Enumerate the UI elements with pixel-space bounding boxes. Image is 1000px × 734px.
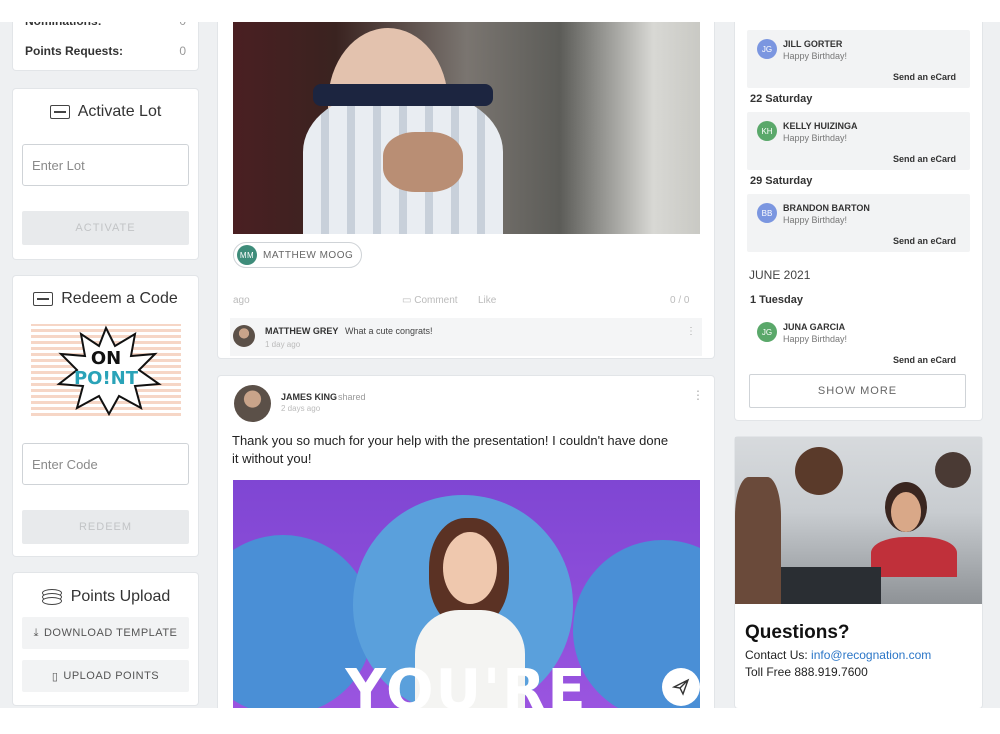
- celebration-gif[interactable]: YOU'RE: [233, 480, 700, 708]
- feed-post-2: JAMES KING shared 2 days ago ⋮ Thank you…: [218, 376, 714, 708]
- birthday-name[interactable]: BRANDON BARTON: [783, 203, 870, 213]
- birthday-message: Happy Birthday!: [783, 133, 848, 143]
- activate-lot-title: Activate Lot: [13, 103, 198, 121]
- on-point-logo: ON PO!NT: [31, 324, 181, 416]
- phone-line: Toll Free 888.919.7600: [745, 665, 868, 679]
- avatar: JG: [757, 322, 777, 342]
- birthday-item: KH KELLY HUIZINGA Happy Birthday! Send a…: [747, 112, 970, 170]
- comment-icon: ▭: [402, 295, 412, 306]
- post-meta-right: 0 / 0: [670, 295, 690, 306]
- birthday-message: Happy Birthday!: [783, 215, 848, 225]
- birthday-item: BB BRANDON BARTON Happy Birthday! Send a…: [747, 194, 970, 252]
- avatar: MM: [237, 245, 257, 265]
- send-ecard-link[interactable]: Send an eCard: [893, 72, 956, 82]
- activate-lot-card: Activate Lot ACTIVATE: [13, 89, 198, 259]
- card-icon: [33, 292, 54, 306]
- upload-points-button[interactable]: ▯ UPLOAD POINTS: [22, 660, 189, 692]
- post-time: 2 days ago: [281, 404, 321, 413]
- code-input[interactable]: [22, 443, 189, 485]
- baby-collar: [313, 84, 493, 106]
- date-heading: 29 Saturday: [750, 175, 813, 187]
- avatar: KH: [757, 121, 777, 141]
- send-ecard-link[interactable]: Send an eCard: [893, 355, 956, 365]
- comment-action[interactable]: ▭ Comment: [402, 295, 458, 306]
- feed-post-1: MM MATTHEW MOOG ago ▭ Comment Like 0 / 0…: [218, 0, 714, 358]
- send-ecard-link[interactable]: Send an eCard: [893, 154, 956, 164]
- download-icon: ⤓: [33, 626, 39, 639]
- comment-time: 1 day ago: [265, 340, 301, 349]
- woman-face: [443, 532, 497, 604]
- post-meta-left: ago: [233, 295, 250, 306]
- points-upload-title: Points Upload: [13, 588, 198, 606]
- comment-author[interactable]: MATTHEW GREY: [265, 326, 338, 336]
- logo-line-2: PO!NT: [73, 368, 139, 389]
- call-center-photo: [735, 437, 982, 604]
- support-card: Questions? Contact Us: info@recognation.…: [735, 437, 982, 708]
- birthday-name[interactable]: JILL GORTER: [783, 39, 842, 49]
- month-heading: JUNE 2021: [749, 268, 811, 282]
- redeem-button[interactable]: REDEEM: [22, 510, 189, 544]
- adult-hand: [383, 132, 463, 192]
- show-more-button[interactable]: SHOW MORE: [749, 374, 966, 408]
- points-upload-card: Points Upload ⤓ DOWNLOAD TEMPLATE ▯ UPLO…: [13, 573, 198, 705]
- paper-plane-icon: [672, 678, 690, 696]
- comment-text: What a cute congrats!: [345, 326, 433, 336]
- avatar: BB: [757, 203, 777, 223]
- avatar: JG: [757, 39, 777, 59]
- more-icon[interactable]: ⋮: [686, 326, 696, 337]
- avatar: [234, 385, 271, 422]
- birthday-item: JG JUNA GARCIA Happy Birthday! Send an e…: [747, 313, 970, 369]
- birthday-item: JG JILL GORTER Happy Birthday! Send an e…: [747, 30, 970, 88]
- dashboard: Nominations: 0 Points Requests: 0 Activa…: [0, 0, 1000, 708]
- date-heading: 22 Saturday: [750, 93, 813, 105]
- email-link[interactable]: info@recognation.com: [811, 648, 931, 662]
- more-icon[interactable]: ⋮: [692, 388, 704, 402]
- activate-button[interactable]: ACTIVATE: [22, 211, 189, 245]
- lot-input[interactable]: [22, 144, 189, 186]
- comment: MATTHEW GREY What a cute congrats! 1 day…: [230, 318, 702, 356]
- card-icon: [49, 105, 70, 119]
- bottom-edge: [0, 708, 1000, 734]
- avatar: [233, 325, 255, 347]
- top-edge: [0, 0, 1000, 22]
- questions-title: Questions?: [745, 622, 850, 643]
- redeem-code-card: Redeem a Code ON PO!NT REDEEM: [13, 276, 198, 556]
- birthdays-card: JG JILL GORTER Happy Birthday! Send an e…: [735, 0, 982, 420]
- post-body: Thank you so much for your help with the…: [232, 433, 669, 466]
- baby-photo[interactable]: [233, 22, 700, 234]
- download-template-button[interactable]: ⤓ DOWNLOAD TEMPLATE: [22, 617, 189, 649]
- date-heading: 1 Tuesday: [750, 294, 803, 306]
- birthday-name[interactable]: JUNA GARCIA: [783, 322, 845, 332]
- birthday-message: Happy Birthday!: [783, 334, 848, 344]
- coins-icon: [41, 588, 63, 606]
- post-action: shared: [338, 392, 366, 402]
- logo-line-1: ON: [90, 348, 122, 369]
- mention-tag[interactable]: MM MATTHEW MOOG: [233, 242, 363, 268]
- gif-caption: YOU'RE: [345, 658, 588, 708]
- stat-label: Points Requests:: [25, 44, 124, 58]
- birthday-message: Happy Birthday!: [783, 51, 848, 61]
- stat-value: 0: [179, 44, 186, 58]
- stat-points-requests: Points Requests: 0: [25, 44, 186, 58]
- document-icon: ▯: [51, 670, 59, 683]
- post-author[interactable]: JAMES KING: [281, 392, 337, 402]
- send-ecard-link[interactable]: Send an eCard: [893, 236, 956, 246]
- like-action[interactable]: Like: [478, 295, 496, 306]
- contact-line: Contact Us: info@recognation.com: [745, 648, 932, 662]
- birthday-name[interactable]: KELLY HUIZINGA: [783, 121, 858, 131]
- redeem-code-title: Redeem a Code: [13, 290, 198, 308]
- share-button[interactable]: [662, 668, 700, 706]
